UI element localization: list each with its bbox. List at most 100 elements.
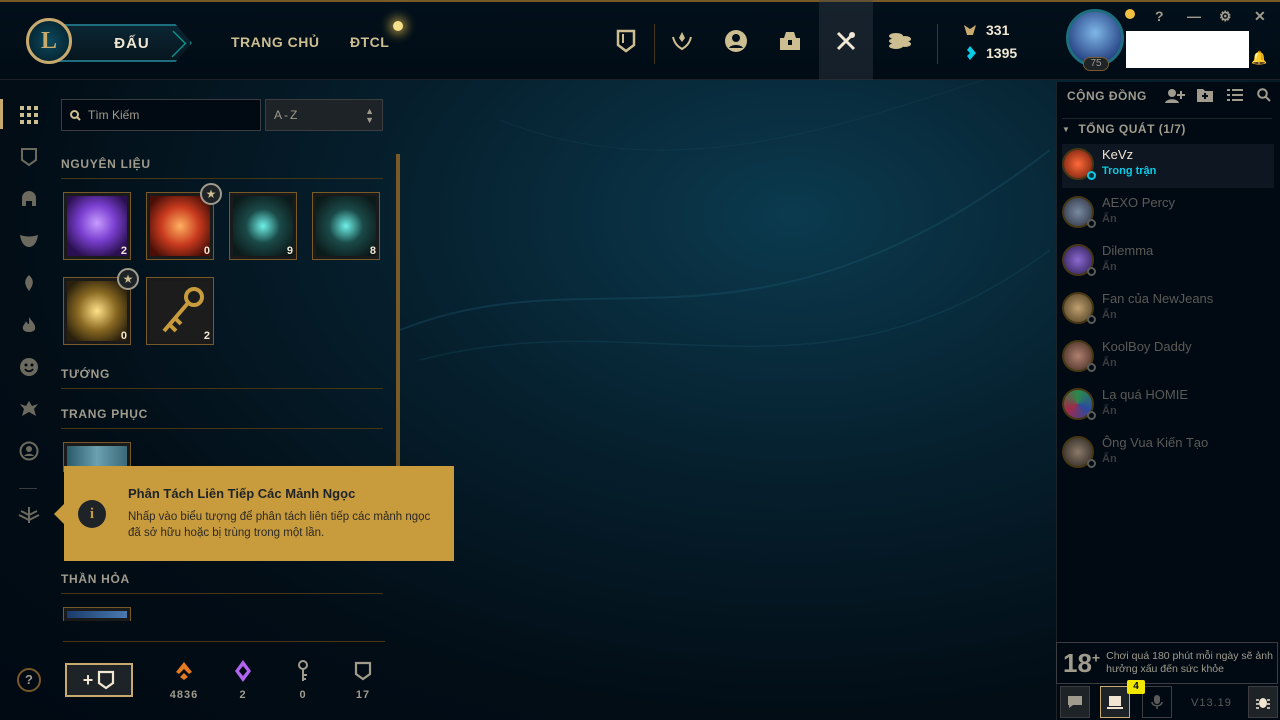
totem-icon[interactable] (16, 396, 42, 422)
profile-icon[interactable] (721, 26, 751, 56)
friend-item[interactable]: Lạ quá HOMIE Ẩn (1062, 384, 1274, 428)
tooltip: i Phân Tách Liên Tiếp Các Mảnh Ngọc Nhấp… (54, 466, 454, 561)
play-label: ĐẤU (114, 34, 150, 52)
ward-icon[interactable] (16, 270, 42, 296)
microphone-icon (1151, 695, 1163, 709)
gold-chest-icon (67, 281, 127, 341)
friend-item[interactable]: AEXO Percy Ẩn (1062, 192, 1274, 236)
notification-glow-icon (393, 21, 403, 31)
tooltip-body: Nhấp vào biểu tượng để phân tách liên ti… (128, 511, 431, 539)
search-icon (70, 109, 81, 121)
friend-name: KeVz (1102, 147, 1134, 162)
emote-icon[interactable] (16, 354, 42, 380)
crafting-icon[interactable] (831, 26, 861, 56)
bug-report-button[interactable] (1248, 686, 1278, 718)
nav-selected-indicator (0, 99, 3, 129)
sort-select[interactable]: A-Z ▲ ▼ (265, 99, 383, 131)
collection-icon[interactable] (611, 26, 641, 56)
helmet-icon[interactable] (16, 186, 42, 212)
flame-icon[interactable] (16, 312, 42, 338)
bug-icon (1256, 698, 1270, 709)
chest-icon (98, 670, 115, 690)
chest-count-icon (354, 661, 372, 681)
friend-item[interactable]: KeVz Trong trận (1062, 144, 1274, 188)
add-friend-icon[interactable] (1165, 88, 1185, 109)
social-footer (1056, 686, 1280, 720)
divider (63, 641, 385, 642)
add-folder-icon[interactable] (1197, 88, 1213, 107)
friend-item[interactable]: Ông Vua Kiến Tạo Ẩn (1062, 432, 1274, 476)
social-header: CỘNG ĐỒNG (1067, 89, 1147, 103)
resource-orange-essence: 4836 (159, 658, 209, 701)
chevron-updown-icon: ▲ ▼ (365, 106, 374, 125)
chat-button[interactable] (1060, 686, 1090, 718)
loot-tile[interactable]: 8 (312, 192, 380, 260)
voice-button[interactable] (1142, 686, 1172, 718)
mythic-essence-icon (235, 660, 251, 682)
riot-points-icon (967, 46, 976, 60)
loot-count: 0 (203, 245, 210, 257)
orb-icon (150, 196, 210, 256)
nav-tft[interactable]: ĐTCL (350, 34, 389, 50)
friend-status: Ẩn (1102, 213, 1117, 225)
loot-icon[interactable] (775, 26, 805, 56)
resource-value: 0 (299, 689, 307, 701)
age-plus: + (1091, 648, 1101, 665)
minimize-button[interactable]: — (1187, 8, 1201, 24)
friend-status: Trong trận (1102, 165, 1157, 177)
search-input[interactable]: Tìm Kiếm (61, 99, 261, 131)
missions-badge: 4 (1127, 680, 1145, 694)
all-icon[interactable] (16, 102, 42, 128)
loot-tile[interactable]: 2 (146, 277, 214, 345)
friend-status: Ẩn (1102, 405, 1117, 417)
loot-tile[interactable]: 9 (229, 192, 297, 260)
friend-name: KoolBoy Daddy (1102, 339, 1192, 354)
resource-mythic-essence: 2 (218, 658, 268, 701)
chevron-down-icon: ▼ (1062, 125, 1071, 134)
mask-icon[interactable] (16, 228, 42, 254)
search-icon[interactable] (1257, 88, 1271, 107)
nav-home[interactable]: TRANG CHỦ (231, 34, 320, 50)
help-button[interactable]: ? (1155, 8, 1164, 24)
summon-tile[interactable] (63, 607, 131, 621)
add-chest-button[interactable]: + (65, 663, 133, 697)
icon-icon[interactable] (16, 438, 42, 464)
league-logo-icon[interactable]: L (26, 18, 72, 64)
friend-item[interactable]: Dilemma Ẩn (1062, 240, 1274, 284)
missions-button[interactable] (1100, 686, 1130, 718)
friend-status: Ẩn (1102, 453, 1117, 465)
friend-item[interactable]: Fan của NewJeans Ẩn (1062, 288, 1274, 332)
divider (654, 24, 655, 64)
friend-item[interactable]: KoolBoy Daddy Ẩn (1062, 336, 1274, 380)
scrollbar[interactable] (396, 154, 400, 474)
friend-name: Fan của NewJeans (1102, 291, 1214, 306)
riot-points-value: 1395 (986, 45, 1018, 61)
status-dot-icon (1087, 267, 1096, 276)
play-button[interactable]: ĐẤU (54, 24, 192, 62)
loot-count: 9 (286, 245, 293, 257)
store-icon[interactable] (885, 26, 915, 56)
status-dot-icon (1087, 411, 1096, 420)
section-summon: THẦN HỎA (61, 572, 383, 594)
chat-icon (1068, 696, 1082, 708)
summon-art (67, 611, 127, 618)
friend-name: Lạ quá HOMIE (1102, 387, 1188, 402)
age-number: 18 (1063, 647, 1092, 678)
plus-icon: + (82, 669, 94, 690)
help-icon[interactable]: ? (17, 668, 41, 692)
loot-tile[interactable]: 2 (63, 192, 131, 260)
list-icon[interactable] (1227, 88, 1243, 107)
ranked-icon[interactable] (667, 26, 697, 56)
friend-group-header[interactable]: ▼ TỔNG QUÁT (1/7) (1062, 118, 1272, 136)
crest-icon[interactable] (16, 502, 42, 528)
blue-essence: 331 (962, 22, 1009, 38)
bell-icon[interactable]: 🔔 (1251, 50, 1267, 66)
chest-icon[interactable] (16, 144, 42, 170)
blue-essence-value: 331 (986, 22, 1010, 38)
friend-status: Ẩn (1102, 357, 1117, 369)
resource-chest-count: 17 (338, 658, 388, 701)
status-dot-icon (1087, 459, 1096, 468)
close-button[interactable]: ✕ (1254, 8, 1266, 25)
settings-button[interactable]: ⚙ (1219, 8, 1232, 25)
loot-count: 0 (120, 330, 127, 342)
